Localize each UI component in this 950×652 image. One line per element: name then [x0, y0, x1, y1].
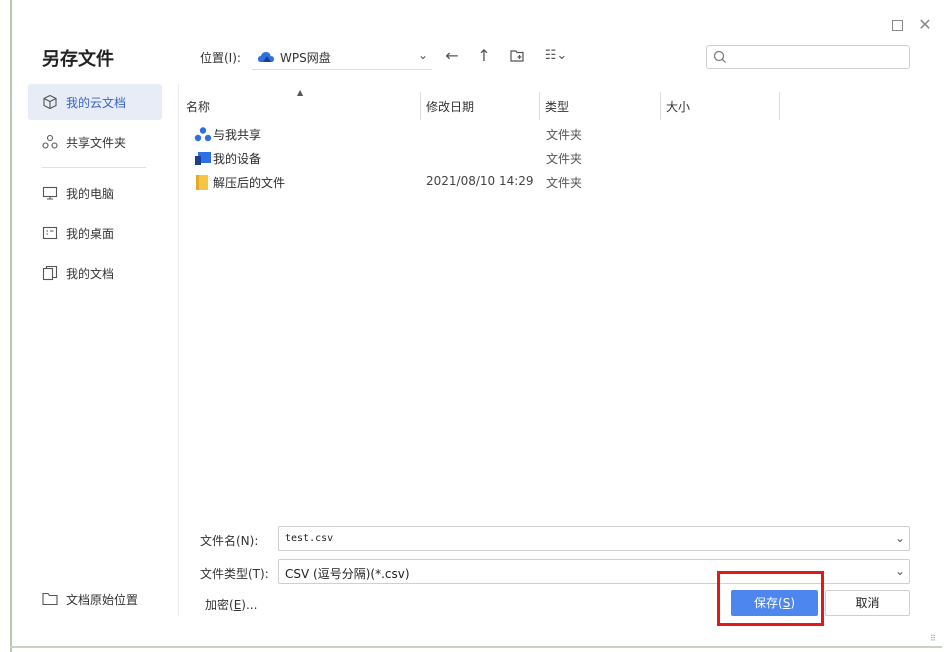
- dialog-title: 另存文件: [42, 49, 114, 70]
- window-left-border: [10, 0, 12, 652]
- cancel-button[interactable]: 取消: [825, 590, 910, 616]
- column-size[interactable]: 大小: [666, 98, 690, 115]
- monitor-icon: [42, 186, 58, 200]
- sidebar-item-label: 共享文件夹: [66, 136, 127, 150]
- cloud-cube-icon: [43, 94, 57, 110]
- chevron-down-icon: ⌄: [417, 48, 428, 62]
- sidebar-item-label: 我的桌面: [66, 227, 115, 241]
- file-name: 与我共享: [213, 128, 262, 142]
- share-nodes-icon: [42, 134, 58, 149]
- sidebar-item-label: 我的云文档: [66, 96, 127, 110]
- location-value: WPS网盘: [280, 51, 331, 65]
- file-row[interactable]: 我的设备 文件夹: [180, 146, 900, 170]
- column-type[interactable]: 类型: [545, 98, 569, 115]
- encrypt-suffix: )...: [241, 598, 258, 612]
- wps-cloud-icon: [258, 52, 274, 62]
- file-type: 文件夹: [546, 128, 583, 142]
- filename-label: 文件名(N):: [200, 534, 259, 548]
- column-modified-date[interactable]: 修改日期: [426, 98, 474, 115]
- shared-with-me-icon: [194, 127, 212, 142]
- view-list-icon[interactable]: ☷⌄: [540, 46, 572, 66]
- sidebar-item-my-documents[interactable]: 我的文档: [28, 255, 162, 291]
- file-type: 文件夹: [546, 152, 583, 166]
- close-icon[interactable]: ✕: [918, 17, 932, 33]
- file-date: 2021/08/10 14:29: [426, 174, 534, 188]
- file-row[interactable]: 与我共享 文件夹: [180, 122, 900, 146]
- file-type: 文件夹: [546, 176, 583, 190]
- chevron-down-icon[interactable]: ⌄: [895, 531, 905, 545]
- filetype-label: 文件类型(T):: [200, 567, 269, 581]
- column-divider[interactable]: [420, 92, 421, 120]
- my-devices-icon: [195, 152, 211, 165]
- file-row[interactable]: 解压后的文件 2021/08/10 14:29 文件夹: [180, 170, 900, 194]
- filename-value: test.csv: [285, 533, 334, 544]
- sidebar-item-cloud-docs[interactable]: 我的云文档: [28, 84, 162, 120]
- sidebar-item-label: 我的电脑: [66, 187, 115, 201]
- chevron-down-icon[interactable]: ⌄: [895, 564, 905, 578]
- resize-grip-icon[interactable]: ⠿: [930, 634, 940, 644]
- desktop-icon: [42, 226, 58, 240]
- column-divider[interactable]: [539, 92, 540, 120]
- original-location-button[interactable]: 文档原始位置: [42, 590, 182, 610]
- window-bottom-border: [10, 646, 942, 648]
- filename-field[interactable]: test.csv ⌄: [278, 526, 910, 551]
- sidebar-item-my-computer[interactable]: 我的电脑: [28, 175, 162, 211]
- original-location-label: 文档原始位置: [66, 593, 139, 607]
- save-highlight-box: [717, 571, 824, 626]
- up-arrow-icon[interactable]: ↑: [474, 46, 494, 66]
- encrypt-prefix: 加密(: [205, 598, 234, 612]
- sort-ascending-icon: ▲: [297, 88, 304, 97]
- filetype-value: CSV (逗号分隔)(*.csv): [285, 567, 410, 581]
- sidebar-item-my-desktop[interactable]: 我的桌面: [28, 215, 162, 251]
- back-arrow-icon[interactable]: ←: [442, 46, 462, 66]
- encrypt-link[interactable]: 加密(E)...: [205, 596, 257, 613]
- maximize-icon[interactable]: [890, 18, 904, 32]
- column-divider[interactable]: [660, 92, 661, 120]
- file-list-header: ▲ 名称 修改日期 类型 大小: [180, 88, 900, 120]
- folder-outline-icon: [42, 592, 58, 606]
- file-name: 解压后的文件: [213, 176, 286, 190]
- sidebar-item-shared-folder[interactable]: 共享文件夹: [28, 124, 162, 160]
- sidebar-item-label: 我的文档: [66, 267, 115, 281]
- folder-icon: [196, 175, 208, 190]
- new-folder-icon[interactable]: [507, 46, 527, 66]
- search-icon: [713, 50, 726, 63]
- search-input[interactable]: [706, 45, 910, 69]
- column-name[interactable]: 名称: [186, 98, 210, 115]
- file-name: 我的设备: [213, 152, 262, 166]
- column-divider[interactable]: [779, 92, 780, 120]
- sidebar-separator: [178, 84, 179, 616]
- documents-icon: [42, 265, 58, 281]
- sidebar-divider: [42, 167, 146, 168]
- location-select[interactable]: WPS网盘 ⌄: [252, 44, 432, 70]
- location-label: 位置(I):: [200, 51, 241, 65]
